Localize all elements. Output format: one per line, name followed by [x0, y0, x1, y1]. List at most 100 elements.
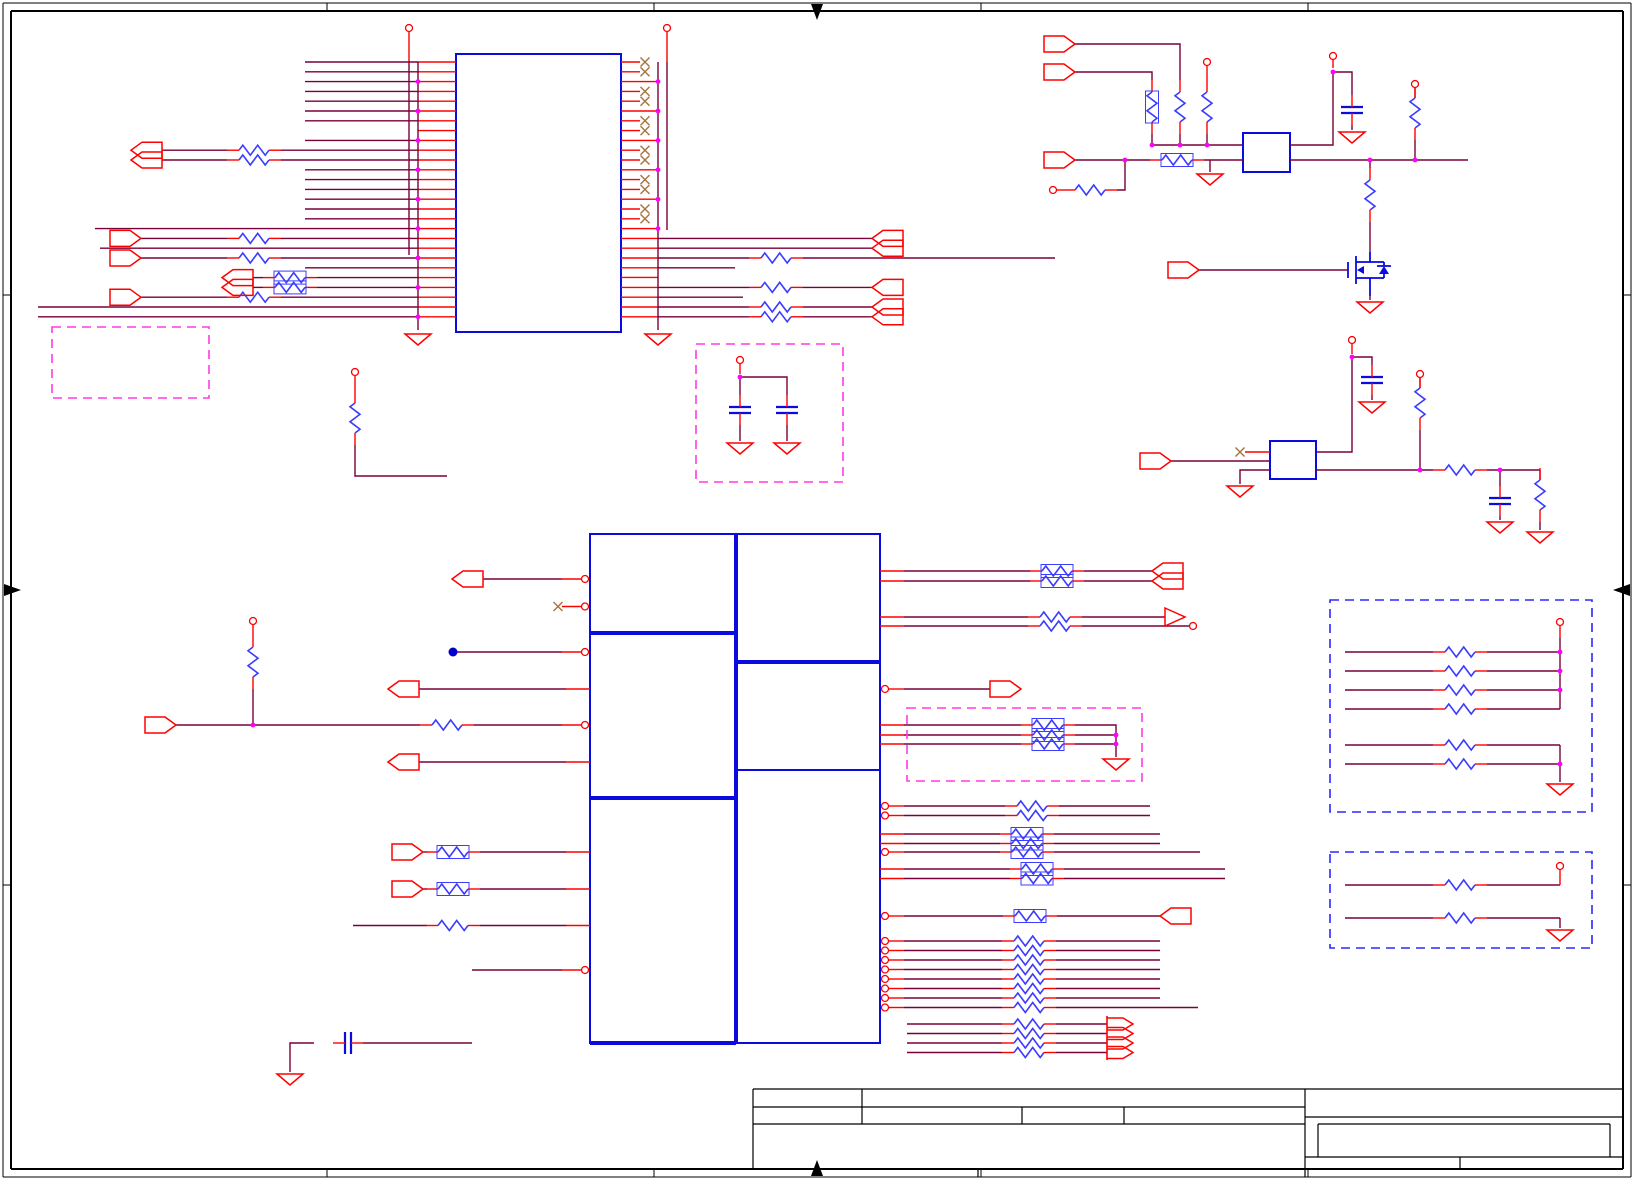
resistor[interactable] [1021, 728, 1075, 742]
net-connector[interactable] [1150, 562, 1184, 580]
ground-symbol[interactable] [1100, 758, 1132, 771]
capacitor[interactable] [333, 1032, 363, 1054]
mosfet-transistor[interactable] [1347, 252, 1391, 296]
ground-symbol[interactable] [724, 442, 756, 455]
ground-symbol[interactable] [642, 333, 674, 346]
ground-symbol[interactable] [1484, 521, 1516, 534]
capacitor[interactable] [729, 395, 751, 425]
resistor[interactable] [1002, 1046, 1056, 1059]
resistor[interactable] [1002, 1027, 1056, 1040]
resistor[interactable] [227, 143, 281, 157]
resistor[interactable] [1413, 376, 1427, 430]
ic-block[interactable] [455, 53, 622, 333]
ic-block[interactable] [1242, 132, 1291, 173]
resistor[interactable] [263, 270, 317, 285]
resistor[interactable] [749, 300, 803, 314]
resistor[interactable] [749, 281, 803, 294]
resistor[interactable] [1002, 991, 1056, 1005]
resistor[interactable] [227, 153, 281, 167]
resistor[interactable] [1433, 664, 1487, 678]
resistor[interactable] [1433, 463, 1487, 477]
net-connector[interactable] [1043, 63, 1077, 81]
ground-symbol[interactable] [1336, 131, 1368, 144]
resistor[interactable] [1433, 645, 1487, 659]
resistor[interactable] [1173, 80, 1187, 134]
ground-symbol[interactable] [1194, 173, 1226, 186]
resistor[interactable] [1003, 909, 1057, 923]
capacitor[interactable] [1361, 365, 1383, 395]
resistor[interactable] [1030, 574, 1084, 588]
resistor[interactable] [1433, 911, 1487, 925]
resistor[interactable] [1021, 718, 1075, 732]
resistor[interactable] [1433, 878, 1487, 892]
resistor[interactable] [1028, 610, 1082, 624]
net-connector[interactable] [450, 570, 484, 588]
resistor[interactable] [1063, 183, 1117, 197]
resistor[interactable] [1150, 153, 1204, 167]
resistor[interactable] [749, 251, 803, 265]
ground-symbol[interactable] [1524, 531, 1556, 544]
resistor[interactable] [1000, 845, 1054, 859]
net-connector[interactable] [1158, 907, 1192, 925]
resistor[interactable] [1000, 836, 1054, 851]
net-connector[interactable] [1150, 572, 1184, 590]
resistor[interactable] [1002, 934, 1056, 948]
net-connector[interactable] [1043, 151, 1077, 169]
ground-symbol[interactable] [1544, 929, 1576, 942]
ground-symbol[interactable] [402, 333, 434, 346]
ground-symbol[interactable] [1224, 485, 1256, 498]
resistor[interactable] [1010, 871, 1064, 886]
resistor[interactable] [1433, 702, 1487, 716]
resistor[interactable] [1433, 683, 1487, 697]
resistor[interactable] [227, 232, 281, 245]
resistor[interactable] [749, 310, 803, 324]
net-connector[interactable] [109, 249, 143, 267]
resistor[interactable] [1145, 80, 1159, 134]
resistor[interactable] [426, 919, 480, 932]
net-connector[interactable] [1043, 35, 1077, 53]
resistor[interactable] [1005, 799, 1059, 813]
resistor[interactable] [1028, 619, 1082, 633]
resistor[interactable] [348, 391, 362, 445]
net-connector[interactable] [109, 229, 143, 248]
net-connector[interactable] [386, 753, 420, 771]
resistor[interactable] [1002, 972, 1056, 986]
capacitor[interactable] [1341, 95, 1363, 125]
signal-arrow[interactable] [1164, 606, 1187, 628]
net-connector[interactable] [989, 680, 1023, 698]
ground-symbol[interactable] [771, 442, 803, 455]
resistor[interactable] [1010, 862, 1064, 876]
resistor[interactable] [1200, 80, 1214, 134]
resistor[interactable] [1002, 1001, 1056, 1014]
resistor[interactable] [1000, 827, 1054, 841]
resistor[interactable] [1433, 738, 1487, 752]
resistor[interactable] [1433, 757, 1487, 771]
net-connector[interactable] [1139, 452, 1173, 470]
resistor[interactable] [1002, 982, 1056, 995]
net-connector[interactable] [144, 716, 178, 734]
resistor[interactable] [1363, 168, 1377, 222]
ground-symbol[interactable] [1356, 401, 1388, 414]
resistor[interactable] [263, 280, 317, 295]
ground-symbol[interactable] [1544, 783, 1576, 796]
resistor[interactable] [420, 718, 474, 732]
resistor[interactable] [1002, 953, 1056, 967]
resistor[interactable] [1002, 1017, 1056, 1031]
resistor[interactable] [426, 882, 480, 896]
resistor[interactable] [1030, 564, 1084, 578]
resistor[interactable] [1005, 809, 1059, 822]
capacitor[interactable] [776, 395, 798, 425]
ground-symbol[interactable] [274, 1073, 306, 1086]
resistor[interactable] [246, 635, 260, 689]
ic-block[interactable] [1269, 440, 1317, 480]
resistor[interactable] [227, 251, 281, 265]
net-connector[interactable] [386, 680, 420, 698]
capacitor[interactable] [1489, 486, 1511, 516]
resistor[interactable] [1002, 944, 1056, 957]
net-connector[interactable] [391, 880, 425, 898]
resistor[interactable] [426, 845, 480, 859]
net-connector[interactable] [391, 843, 425, 861]
resistor[interactable] [1533, 468, 1547, 522]
net-connector[interactable] [109, 288, 143, 306]
resistor[interactable] [227, 290, 281, 304]
